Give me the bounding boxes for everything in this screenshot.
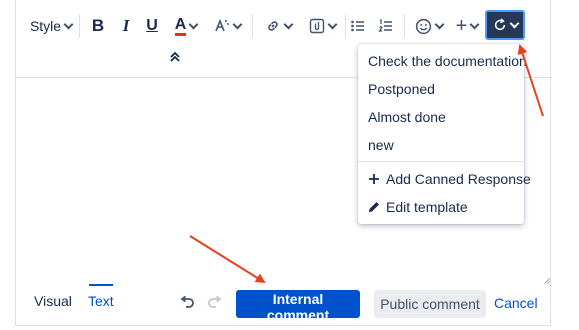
canned-response-icon [494, 18, 505, 31]
chevron-down-icon [63, 19, 74, 29]
plus-icon: + [455, 14, 468, 37]
edit-template-label: Edit template [386, 199, 468, 215]
link-icon [267, 21, 278, 31]
canned-responses-menu: Check the documentation Postponed Almost… [358, 44, 531, 224]
toolbar-divider [252, 14, 253, 38]
chevron-down-icon [509, 18, 519, 28]
attachment-button[interactable] [302, 9, 342, 43]
text-effects-icon [214, 18, 229, 32]
add-canned-response-button[interactable]: Add Canned Response [368, 171, 531, 187]
public-comment-button[interactable]: Public comment [374, 290, 486, 318]
canned-responses-button[interactable] [485, 10, 525, 40]
cancel-button[interactable]: Cancel [494, 295, 538, 311]
chevron-down-icon [232, 19, 242, 29]
add-canned-response-label: Add Canned Response [386, 171, 531, 187]
tab-text[interactable]: Text [88, 293, 114, 309]
pencil-icon [369, 202, 379, 212]
bullet-list-button[interactable] [346, 9, 370, 43]
numbered-list-icon [378, 19, 392, 32]
double-chevron-up-icon[interactable] [170, 51, 180, 63]
menu-divider [358, 161, 524, 162]
more-formatting-button[interactable] [210, 9, 244, 43]
active-tab-indicator [89, 284, 113, 286]
chevron-down-icon [188, 19, 199, 29]
internal-comment-button[interactable]: Internal comment [236, 290, 360, 323]
style-label: Style [29, 18, 62, 34]
style-dropdown[interactable]: Style [26, 9, 76, 43]
toolbar-divider [79, 14, 80, 38]
chevron-down-icon [434, 19, 445, 29]
chevron-down-icon [327, 19, 337, 29]
emoji-button[interactable] [412, 9, 446, 43]
insert-button[interactable]: + [452, 9, 482, 43]
emoji-icon [415, 18, 432, 34]
canned-response-item[interactable]: new [368, 137, 394, 153]
undo-icon[interactable] [180, 296, 195, 308]
tab-visual[interactable]: Visual [34, 293, 72, 309]
italic-button[interactable]: I [116, 9, 136, 43]
link-button[interactable] [260, 9, 296, 43]
toolbar-divider [404, 14, 405, 38]
canned-response-item[interactable]: Check the documentation [368, 53, 527, 69]
text-color-label: A [174, 16, 187, 36]
canned-response-item[interactable]: Almost done [368, 109, 446, 125]
bold-button[interactable]: B [88, 9, 108, 43]
chevron-down-icon [469, 19, 480, 29]
underline-button[interactable]: U [142, 9, 162, 43]
resize-handle-icon[interactable] [542, 276, 550, 284]
edit-template-button[interactable]: Edit template [368, 199, 468, 215]
bullet-list-icon [351, 20, 364, 32]
attachment-icon [309, 18, 324, 34]
redo-icon[interactable] [207, 296, 222, 308]
chevron-down-icon [283, 19, 293, 29]
canned-response-item[interactable]: Postponed [368, 81, 435, 97]
comment-footer: Visual Text Internal comment Public comm… [16, 284, 552, 326]
numbered-list-button[interactable] [374, 9, 398, 43]
text-color-button[interactable]: A [168, 9, 204, 43]
plus-icon [369, 174, 379, 184]
